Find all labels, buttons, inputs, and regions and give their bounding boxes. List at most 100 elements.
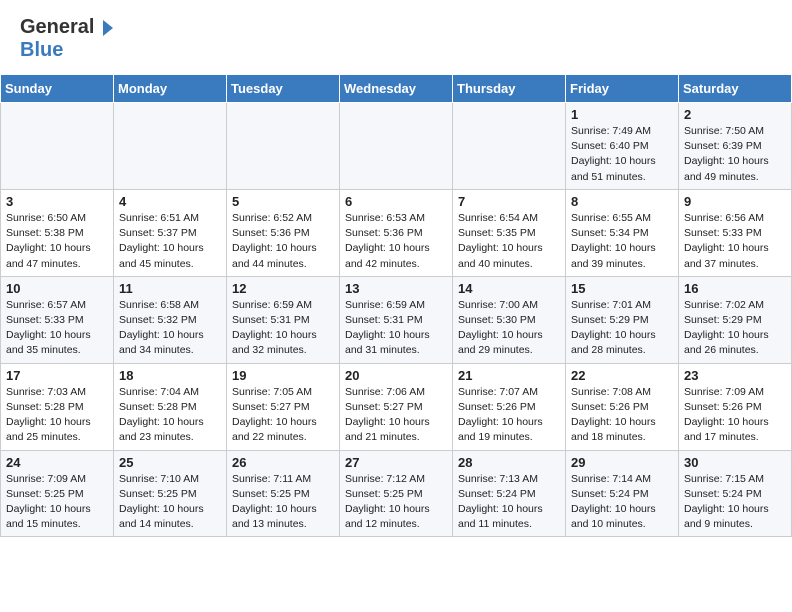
day-number: 22 <box>571 368 673 383</box>
calendar-cell: 9Sunrise: 6:56 AM Sunset: 5:33 PM Daylig… <box>679 189 792 276</box>
calendar-cell: 19 Sunrise: 7:05 AM Sunset: 5:27 PM Dayli… <box>227 363 340 450</box>
day-number: 9 <box>684 194 786 209</box>
day-number: 29 <box>571 455 673 470</box>
day-info: Sunrise: 7:49 AM Sunset: 6:40 PM Dayligh… <box>571 124 673 185</box>
day-info: Sunrise: 7:00 AM Sunset: 5:30 PM Dayligh… <box>458 298 560 359</box>
calendar-cell: 12 Sunrise: 6:59 AM Sunset: 5:31 PM Dayli… <box>227 276 340 363</box>
calendar-cell: 14 Sunrise: 7:00 AM Sunset: 5:30 PM Dayli… <box>453 276 566 363</box>
calendar-cell: 27 Sunrise: 7:12 AM Sunset: 5:25 PM Dayli… <box>340 450 453 537</box>
day-number: 7 <box>458 194 560 209</box>
day-info: Sunrise: 7:09 AM Sunset: 5:26 PM Dayligh… <box>684 385 786 446</box>
calendar-table: SundayMondayTuesdayWednesdayThursdayFrid… <box>0 74 792 537</box>
day-info: Sunrise: 6:51 AM Sunset: 5:37 PM Dayligh… <box>119 211 221 272</box>
calendar-cell: 29 Sunrise: 7:14 AM Sunset: 5:24 PM Dayli… <box>566 450 679 537</box>
day-info: Sunrise: 7:08 AM Sunset: 5:26 PM Dayligh… <box>571 385 673 446</box>
day-info: Sunrise: 7:02 AM Sunset: 5:29 PM Dayligh… <box>684 298 786 359</box>
calendar-cell: 6Sunrise: 6:53 AM Sunset: 5:36 PM Daylig… <box>340 189 453 276</box>
calendar-cell: 20 Sunrise: 7:06 AM Sunset: 5:27 PM Dayli… <box>340 363 453 450</box>
calendar-cell: 10Sunrise: 6:57 AM Sunset: 5:33 PM Dayli… <box>1 276 114 363</box>
day-info: Sunrise: 7:13 AM Sunset: 5:24 PM Dayligh… <box>458 472 560 533</box>
calendar-cell <box>340 103 453 190</box>
calendar-cell: 13Sunrise: 6:59 AM Sunset: 5:31 PM Dayli… <box>340 276 453 363</box>
day-info: Sunrise: 6:59 AM Sunset: 5:31 PM Dayligh… <box>232 298 334 359</box>
logo-general-text: General <box>20 16 94 39</box>
day-number: 15 <box>571 281 673 296</box>
calendar-cell <box>227 103 340 190</box>
day-header-saturday: Saturday <box>679 75 792 103</box>
day-info: Sunrise: 7:50 AM Sunset: 6:39 PM Dayligh… <box>684 124 786 185</box>
day-info: Sunrise: 7:09 AM Sunset: 5:25 PM Dayligh… <box>6 472 108 533</box>
calendar-cell: 26 Sunrise: 7:11 AM Sunset: 5:25 PM Dayli… <box>227 450 340 537</box>
calendar-cell: 1 Sunrise: 7:49 AM Sunset: 6:40 PM Daylig… <box>566 103 679 190</box>
calendar-cell: 23Sunrise: 7:09 AM Sunset: 5:26 PM Dayli… <box>679 363 792 450</box>
calendar-cell: 5 Sunrise: 6:52 AM Sunset: 5:36 PM Daylig… <box>227 189 340 276</box>
day-header-wednesday: Wednesday <box>340 75 453 103</box>
day-info: Sunrise: 6:53 AM Sunset: 5:36 PM Dayligh… <box>345 211 447 272</box>
day-number: 30 <box>684 455 786 470</box>
day-header-friday: Friday <box>566 75 679 103</box>
calendar-week-1: 1 Sunrise: 7:49 AM Sunset: 6:40 PM Daylig… <box>1 103 792 190</box>
calendar-cell: 11 Sunrise: 6:58 AM Sunset: 5:32 PM Dayli… <box>114 276 227 363</box>
calendar-cell <box>1 103 114 190</box>
day-header-thursday: Thursday <box>453 75 566 103</box>
day-info: Sunrise: 7:03 AM Sunset: 5:28 PM Dayligh… <box>6 385 108 446</box>
day-number: 17 <box>6 368 108 383</box>
calendar-cell: 4 Sunrise: 6:51 AM Sunset: 5:37 PM Daylig… <box>114 189 227 276</box>
day-info: Sunrise: 7:07 AM Sunset: 5:26 PM Dayligh… <box>458 385 560 446</box>
day-number: 4 <box>119 194 221 209</box>
page: General Blue SundayMondayTuesdayWednesda… <box>0 0 792 537</box>
day-number: 5 <box>232 194 334 209</box>
day-info: Sunrise: 7:10 AM Sunset: 5:25 PM Dayligh… <box>119 472 221 533</box>
calendar-cell: 3Sunrise: 6:50 AM Sunset: 5:38 PM Daylig… <box>1 189 114 276</box>
day-number: 20 <box>345 368 447 383</box>
calendar-week-3: 10Sunrise: 6:57 AM Sunset: 5:33 PM Dayli… <box>1 276 792 363</box>
calendar-week-2: 3Sunrise: 6:50 AM Sunset: 5:38 PM Daylig… <box>1 189 792 276</box>
day-info: Sunrise: 7:14 AM Sunset: 5:24 PM Dayligh… <box>571 472 673 533</box>
day-number: 12 <box>232 281 334 296</box>
day-info: Sunrise: 7:11 AM Sunset: 5:25 PM Dayligh… <box>232 472 334 533</box>
day-info: Sunrise: 6:55 AM Sunset: 5:34 PM Dayligh… <box>571 211 673 272</box>
day-header-monday: Monday <box>114 75 227 103</box>
calendar-cell: 16 Sunrise: 7:02 AM Sunset: 5:29 PM Dayli… <box>679 276 792 363</box>
calendar-cell: 25Sunrise: 7:10 AM Sunset: 5:25 PM Dayli… <box>114 450 227 537</box>
calendar-cell: 2 Sunrise: 7:50 AM Sunset: 6:39 PM Daylig… <box>679 103 792 190</box>
day-info: Sunrise: 6:58 AM Sunset: 5:32 PM Dayligh… <box>119 298 221 359</box>
calendar-week-4: 17 Sunrise: 7:03 AM Sunset: 5:28 PM Dayli… <box>1 363 792 450</box>
calendar-cell: 15 Sunrise: 7:01 AM Sunset: 5:29 PM Dayli… <box>566 276 679 363</box>
day-number: 19 <box>232 368 334 383</box>
day-info: Sunrise: 7:04 AM Sunset: 5:28 PM Dayligh… <box>119 385 221 446</box>
day-number: 16 <box>684 281 786 296</box>
day-number: 3 <box>6 194 108 209</box>
calendar-cell <box>114 103 227 190</box>
day-info: Sunrise: 6:52 AM Sunset: 5:36 PM Dayligh… <box>232 211 334 272</box>
day-number: 27 <box>345 455 447 470</box>
day-number: 2 <box>684 107 786 122</box>
day-number: 13 <box>345 281 447 296</box>
calendar-cell <box>453 103 566 190</box>
calendar-cell: 30 Sunrise: 7:15 AM Sunset: 5:24 PM Dayli… <box>679 450 792 537</box>
calendar-cell: 7 Sunrise: 6:54 AM Sunset: 5:35 PM Daylig… <box>453 189 566 276</box>
calendar-cell: 17 Sunrise: 7:03 AM Sunset: 5:28 PM Dayli… <box>1 363 114 450</box>
calendar-cell: 28Sunrise: 7:13 AM Sunset: 5:24 PM Dayli… <box>453 450 566 537</box>
day-number: 1 <box>571 107 673 122</box>
logo: General Blue <box>20 16 115 62</box>
day-info: Sunrise: 7:06 AM Sunset: 5:27 PM Dayligh… <box>345 385 447 446</box>
day-number: 18 <box>119 368 221 383</box>
calendar-cell: 8Sunrise: 6:55 AM Sunset: 5:34 PM Daylig… <box>566 189 679 276</box>
day-number: 10 <box>6 281 108 296</box>
day-info: Sunrise: 7:05 AM Sunset: 5:27 PM Dayligh… <box>232 385 334 446</box>
day-info: Sunrise: 7:15 AM Sunset: 5:24 PM Dayligh… <box>684 472 786 533</box>
day-info: Sunrise: 7:12 AM Sunset: 5:25 PM Dayligh… <box>345 472 447 533</box>
calendar-week-5: 24 Sunrise: 7:09 AM Sunset: 5:25 PM Dayli… <box>1 450 792 537</box>
calendar-cell: 18 Sunrise: 7:04 AM Sunset: 5:28 PM Dayli… <box>114 363 227 450</box>
day-info: Sunrise: 7:01 AM Sunset: 5:29 PM Dayligh… <box>571 298 673 359</box>
day-info: Sunrise: 6:54 AM Sunset: 5:35 PM Dayligh… <box>458 211 560 272</box>
day-header-sunday: Sunday <box>1 75 114 103</box>
day-number: 11 <box>119 281 221 296</box>
day-number: 24 <box>6 455 108 470</box>
day-number: 14 <box>458 281 560 296</box>
header: General Blue <box>0 0 792 70</box>
day-number: 26 <box>232 455 334 470</box>
calendar-header-row: SundayMondayTuesdayWednesdayThursdayFrid… <box>1 75 792 103</box>
calendar-cell: 22 Sunrise: 7:08 AM Sunset: 5:26 PM Dayli… <box>566 363 679 450</box>
